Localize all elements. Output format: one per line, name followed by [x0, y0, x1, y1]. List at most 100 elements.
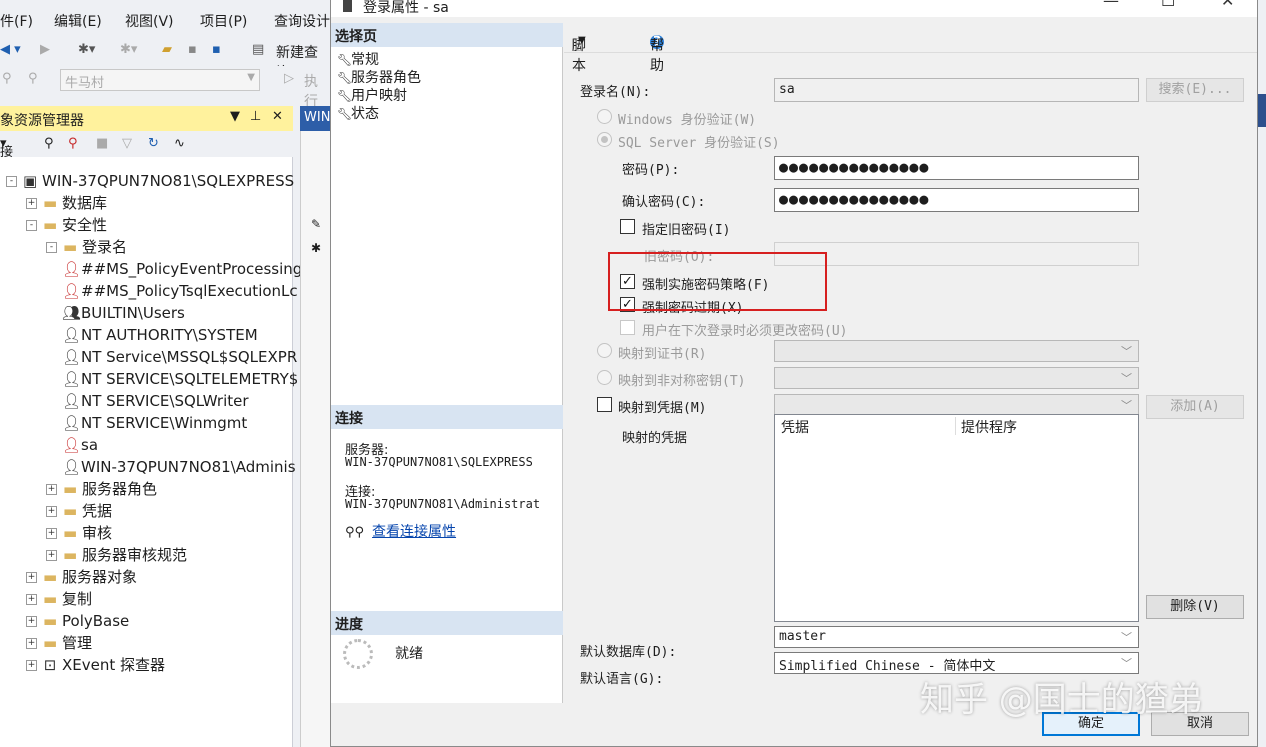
tree-node[interactable]: 👤︎NT SERVICE\SQLTELEMETRY$	[62, 368, 298, 390]
map-asymmetric-key-radio[interactable]	[597, 370, 612, 385]
expand-icon[interactable]: +	[46, 506, 57, 517]
collapse-icon[interactable]: -	[6, 176, 17, 187]
tree-node[interactable]: + ▬ 服务器角色	[46, 478, 157, 500]
tree-node[interactable]: + ▬ 审核	[46, 522, 112, 544]
new-project-icon[interactable]: ✱▾	[78, 42, 95, 57]
menu-view[interactable]: 视图(V)	[125, 11, 174, 31]
collapse-icon[interactable]: -	[26, 220, 37, 231]
tree-node-label: NT AUTHORITY\SYSTEM	[81, 326, 258, 344]
filter-icon[interactable]: ▽	[122, 136, 132, 151]
expand-icon[interactable]: +	[46, 550, 57, 561]
pin-icon[interactable]: ⊥	[250, 109, 261, 124]
view-connection-properties-link[interactable]: 查看连接属性	[372, 524, 456, 540]
add-item-icon[interactable]: ✱▾	[120, 42, 137, 57]
confirm-password-input[interactable]: ●●●●●●●●●●●●●●●	[774, 188, 1139, 212]
tree-node[interactable]: - ▬ 安全性	[26, 214, 107, 236]
minimize-icon[interactable]: —	[1103, 0, 1119, 10]
tree-node[interactable]: 👤︎##MS_PolicyTsqlExecutionLc	[62, 280, 298, 302]
tree-node[interactable]: 👤︎NT SERVICE\Winmgmt	[62, 412, 247, 434]
tree-node[interactable]: 👤︎##MS_PolicyEventProcessing	[62, 258, 302, 280]
maximize-icon[interactable]: ☐	[1161, 0, 1175, 10]
expand-icon[interactable]: +	[46, 484, 57, 495]
windows-auth-radio[interactable]	[597, 109, 612, 124]
page-user-mapping[interactable]: 🔧︎用户映射	[337, 85, 407, 105]
activity-monitor-icon[interactable]: ∿	[174, 136, 185, 151]
remove-credential-button[interactable]: 删除(V)	[1146, 595, 1244, 619]
tree-node[interactable]: - ▣ WIN-37QPUN7NO81\SQLEXPRESS (S	[6, 170, 314, 192]
expand-icon[interactable]: +	[26, 594, 37, 605]
execute-icon[interactable]: ▷	[284, 71, 294, 86]
tree-node[interactable]: + ▬ 服务器对象	[26, 566, 137, 588]
disconnect-plug-icon[interactable]: ⚲	[68, 136, 78, 151]
expand-icon[interactable]: +	[26, 660, 37, 671]
menu-file[interactable]: 件(F)	[0, 11, 33, 31]
refresh-icon[interactable]: ↻	[148, 136, 159, 151]
page-general[interactable]: 🔧︎常规	[337, 49, 379, 69]
close-icon[interactable]: ✕	[272, 109, 283, 124]
connect-button[interactable]: 接 ▾	[0, 136, 13, 160]
menu-project[interactable]: 项目(P)	[200, 11, 247, 31]
tree-node[interactable]: + ▬ PolyBase	[26, 610, 129, 632]
default-language-combo[interactable]: Simplified Chinese - 简体中文 ﹀	[774, 652, 1139, 674]
menu-edit[interactable]: 编辑(E)	[54, 11, 102, 31]
dropdown-icon[interactable]: ▼	[230, 109, 240, 124]
tree-node[interactable]: 👤︎NT Service\MSSQL$SQLEXPR	[62, 346, 297, 368]
expand-icon[interactable]: +	[26, 638, 37, 649]
tree-node[interactable]: 👤︎NT AUTHORITY\SYSTEM	[62, 324, 258, 346]
tree-node[interactable]: 👤︎NT SERVICE\SQLWriter	[62, 390, 249, 412]
menu-query-design[interactable]: 查询设计	[274, 11, 330, 31]
expand-icon[interactable]: +	[26, 198, 37, 209]
save-icon[interactable]: ▪	[188, 42, 197, 57]
back-icon[interactable]: ◀ ▾	[0, 42, 21, 57]
mapped-credentials-grid[interactable]: 凭据 提供程序	[774, 414, 1139, 622]
page-server-roles-label: 服务器角色	[351, 70, 421, 86]
open-folder-icon[interactable]: ▰	[162, 42, 172, 57]
add-credential-button[interactable]: 添加(A)	[1146, 395, 1244, 419]
forward-icon[interactable]: ▶	[40, 42, 50, 57]
new-query-icon[interactable]: ▤	[252, 42, 264, 57]
expand-icon[interactable]: +	[26, 572, 37, 583]
execute-button[interactable]: 执行	[304, 71, 330, 111]
tree-node[interactable]: + ▬ 服务器审核规范	[46, 544, 187, 566]
grid-col-provider[interactable]: 提供程序	[961, 417, 1017, 437]
credential-combo[interactable]: ﹀	[774, 394, 1139, 416]
certificate-combo[interactable]: ﹀	[774, 340, 1139, 362]
disconnect-icon[interactable]: ⚲	[28, 71, 38, 86]
login-name-input[interactable]: sa	[774, 78, 1139, 102]
stop-icon[interactable]: ■	[96, 136, 108, 151]
collapse-icon[interactable]: -	[46, 242, 57, 253]
tree-node[interactable]: 👤︎sa	[62, 434, 98, 456]
tree-node[interactable]: 👤︎WIN-37QPUN7NO81\Adminis	[62, 456, 296, 478]
default-database-combo[interactable]: master ﹀	[774, 626, 1139, 648]
specify-old-password-checkbox[interactable]	[620, 219, 635, 234]
tree-node[interactable]: - ▬ 登录名	[46, 236, 127, 258]
document-tab[interactable]: WIN	[300, 106, 332, 131]
sql-auth-radio[interactable]	[597, 132, 612, 147]
database-combo[interactable]: 牛马村 ▼	[60, 69, 260, 91]
expand-icon[interactable]: +	[26, 616, 37, 627]
must-change-checkbox[interactable]	[620, 320, 635, 335]
page-status[interactable]: 🔧︎状态	[337, 103, 379, 123]
page-server-roles[interactable]: 🔧︎服务器角色	[337, 67, 421, 87]
tree-node[interactable]: + ▬ 数据库	[26, 192, 107, 214]
save-all-icon[interactable]: ▪	[212, 42, 221, 57]
view-connection-properties[interactable]: ⚲⚲ 查看连接属性	[345, 521, 456, 541]
folder-icon: ▬	[43, 216, 58, 234]
password-input[interactable]: ●●●●●●●●●●●●●●●	[774, 156, 1139, 180]
tree-node[interactable]: + ▬ 凭据	[46, 500, 112, 522]
tree-node[interactable]: + ▬ 复制	[26, 588, 92, 610]
connect-icon[interactable]: ⚲	[2, 71, 12, 86]
search-button[interactable]: 搜索(E)...	[1146, 78, 1244, 102]
close-icon[interactable]: ✕	[1221, 0, 1234, 10]
asymmetric-key-combo[interactable]: ﹀	[774, 367, 1139, 389]
connect-plug-icon[interactable]: ⚲	[44, 136, 54, 151]
map-credential-checkbox[interactable]	[597, 397, 612, 412]
grid-col-credential[interactable]: 凭据	[781, 417, 809, 437]
tree-node[interactable]: + ⊡ XEvent 探查器	[26, 654, 165, 676]
tree-node[interactable]: 👥︎BUILTIN\Users	[62, 302, 185, 324]
old-password-input[interactable]	[774, 242, 1139, 266]
expand-icon[interactable]: +	[46, 528, 57, 539]
tree-node[interactable]: + ▬ 管理	[26, 632, 92, 654]
map-credential-label: 映射到凭据(M)	[618, 401, 707, 416]
map-certificate-radio[interactable]	[597, 343, 612, 358]
